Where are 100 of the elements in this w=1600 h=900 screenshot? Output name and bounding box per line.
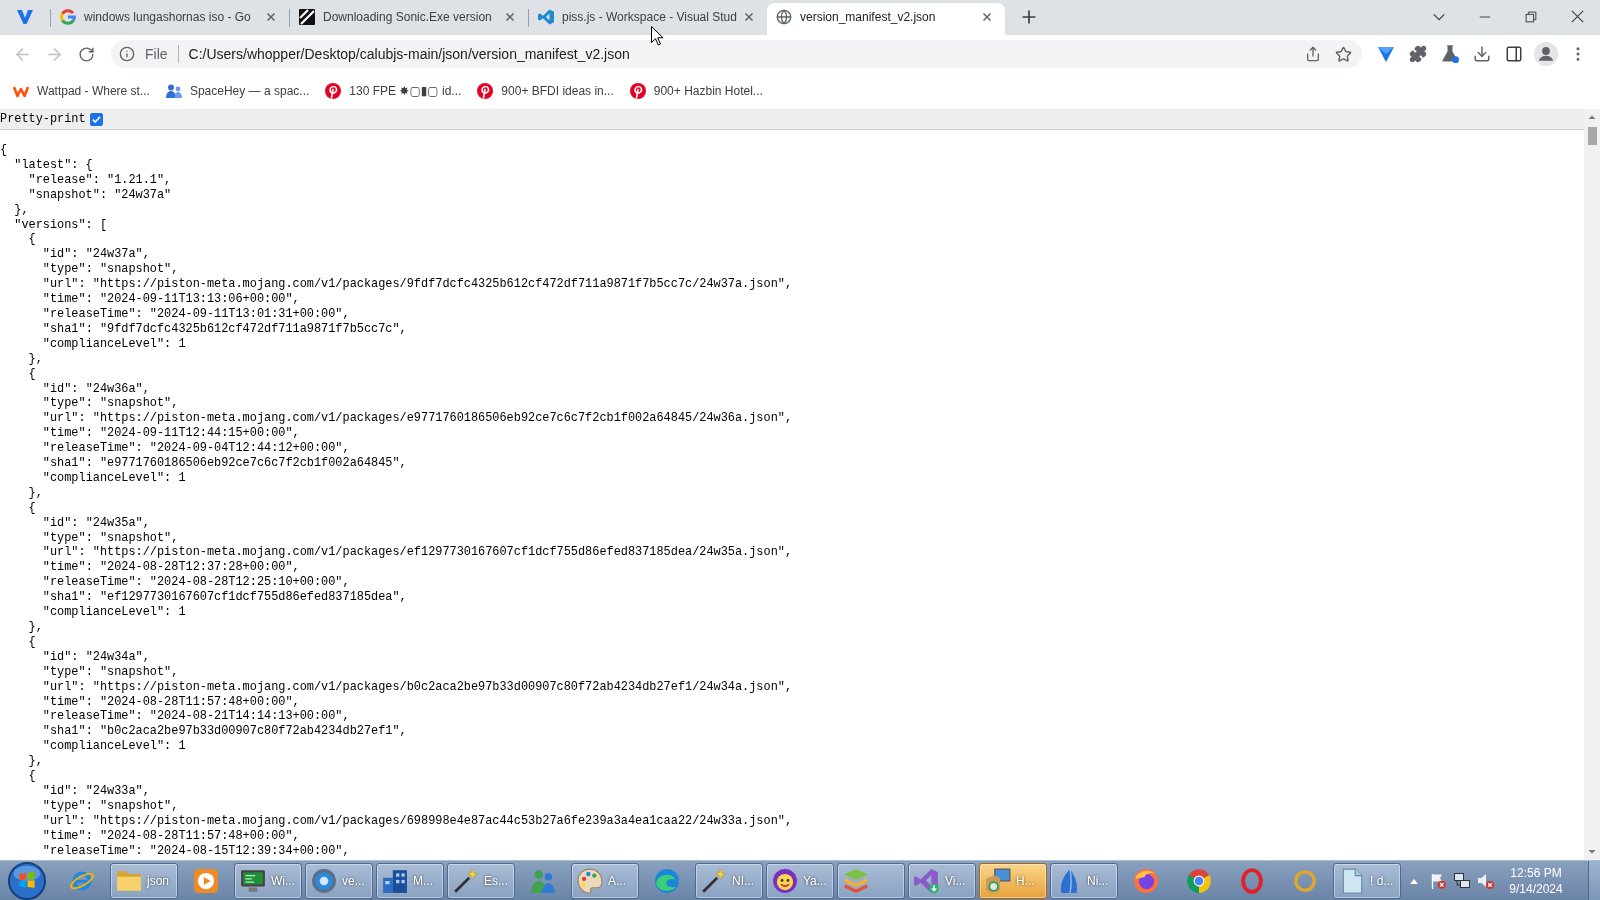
tab[interactable]: Downloading Sonic.Exe version — [290, 3, 528, 35]
json-line: { — [28, 366, 36, 382]
disc-icon — [311, 867, 337, 894]
json-line: "url": "https://piston-meta.mojang.com/v1/packages/b0c2aca2be97b33d00907c80f72ab4234db27ef1/24w34a.json", — [42, 679, 793, 695]
json-line: }, — [28, 620, 43, 635]
json-line: "url": "https://piston-meta.mojang.com/v1/packages/ef1297730167607cf1dcf755d86efed837185dea/24w35a.json", — [42, 545, 793, 561]
people-icon — [165, 83, 182, 99]
pin-logo-icon — [477, 83, 494, 99]
taskbar-button[interactable]: A... — [571, 862, 639, 899]
taskbar-button[interactable]: Ni... — [1050, 862, 1118, 899]
close-icon[interactable] — [1570, 10, 1584, 23]
taskbar-button[interactable]: json — [110, 862, 178, 899]
segmented-circle-icon[interactable] — [1186, 867, 1212, 894]
network-icon[interactable] — [1454, 872, 1470, 889]
info-icon[interactable] — [119, 46, 135, 62]
wand-icon — [453, 867, 479, 894]
json-line: "id": "24w37a", — [42, 247, 150, 263]
taskbar-button[interactable]: Ya... — [766, 862, 834, 899]
tab[interactable]: windows lungashornas iso - Go — [51, 3, 289, 35]
download-icon[interactable] — [1473, 45, 1491, 63]
json-line: "id": "24w34a", — [42, 649, 150, 665]
taskbar-button[interactable]: Es... — [447, 862, 515, 899]
json-line: { — [28, 769, 36, 784]
muted-speaker-icon[interactable] — [1478, 872, 1494, 889]
layers-icon — [843, 867, 869, 894]
globe-icon — [776, 9, 792, 25]
bookmark[interactable]: Wattpad - Where st... — [13, 80, 150, 102]
scheme-label: File — [145, 46, 168, 62]
tab[interactable]: piss.js - Workspace - Visual Stud — [529, 3, 767, 35]
bookmark[interactable]: 900+ BFDI ideas in... — [477, 80, 614, 102]
slash-logo-icon — [299, 9, 315, 25]
taskbar-button[interactable]: Vi... — [908, 862, 976, 899]
json-line: "type": "snapshot", — [42, 664, 179, 680]
taskbar-button[interactable]: M... — [376, 862, 444, 899]
json-line: "sha1": "e9771760186506eb92ce7c6c7f2cb1f002a64845", — [42, 456, 407, 471]
bookmark[interactable]: 900+ Hazbin Hotel... — [629, 80, 763, 102]
avatar-icon[interactable] — [1534, 42, 1558, 66]
building-icon — [382, 867, 408, 894]
json-line: "url": "https://piston-meta.mojang.com/v1/packages/e9771760186506eb92ce7c6c7f2cb1f002a64845/24w36a.json", — [42, 411, 793, 427]
json-line: "id": "24w36a", — [42, 381, 150, 397]
json-line: "time": "2024-08-28T11:57:48+00:00", — [42, 694, 300, 710]
json-line: "time": "2024-08-28T11:57:48+00:00", — [42, 828, 300, 844]
taskbar-button[interactable] — [837, 862, 905, 899]
json-line: "time": "2024-09-11T12:44:15+00:00", — [42, 426, 300, 442]
taskbar-button[interactable]: Wi... — [234, 862, 302, 899]
plus-icon[interactable] — [1021, 9, 1037, 25]
star-icon[interactable] — [1335, 45, 1352, 63]
taskbar-button[interactable]: ve... — [305, 862, 373, 899]
json-line: "versions": [ — [14, 217, 108, 233]
clock-time: 12:56 PM — [1510, 864, 1562, 881]
json-line: "latest": { — [14, 157, 93, 173]
flame-circle-icon[interactable] — [1133, 867, 1159, 894]
json-line: "release": "1.21.1", — [28, 172, 172, 188]
share-icon[interactable] — [1305, 46, 1321, 62]
json-line: "sha1": "ef1297730167607cf1dcf755d86efed837185dea", — [42, 590, 407, 606]
json-line: "sha1": "b0c2aca2be97b33d00907c80f72ab4234db27ef1", — [42, 724, 407, 740]
pin-logo-icon — [629, 83, 646, 99]
scrollbar-thumb[interactable] — [1587, 127, 1597, 145]
triangle-icon[interactable] — [1377, 45, 1395, 63]
restore-icon[interactable] — [1525, 10, 1537, 23]
json-line: "type": "snapshot", — [42, 530, 179, 546]
show-desktop-button[interactable] — [1588, 861, 1600, 900]
reload-icon[interactable] — [77, 45, 95, 63]
start-orb-icon[interactable] — [8, 861, 46, 900]
g-logo-icon — [60, 9, 76, 25]
json-line: "complianceLevel": 1 — [42, 470, 186, 486]
json-line: "releaseTime": "2024-09-04T12:44:12+00:00", — [42, 441, 350, 457]
flask-icon[interactable] — [1441, 45, 1459, 63]
puzzle-icon[interactable] — [1409, 45, 1427, 63]
json-line: "type": "snapshot", — [42, 396, 179, 412]
bookmark[interactable]: SpaceHey — a spac... — [165, 80, 310, 102]
scrollbar[interactable] — [1584, 109, 1600, 860]
json-line: "url": "https://piston-meta.mojang.com/v1/packages/698998e4e87ac44c53b27a6fe239a3a4ea1caa22/24w33a.json", — [42, 813, 793, 829]
clock-date: 9/14/2024 — [1509, 880, 1563, 897]
json-line: "url": "https://piston-meta.mojang.com/v1/packages/9fdf7dcfc4325b612cf472df711a9871f7b5cc7c/24w37a.json", — [42, 277, 793, 293]
json-line: "releaseTime": "2024-08-21T14:14:13+00:00", — [42, 709, 350, 725]
pretty-print-checkbox[interactable] — [89, 112, 103, 126]
tab[interactable]: version_manifest_v2.json — [767, 3, 1005, 35]
pin-logo-icon — [325, 83, 342, 99]
palette-icon — [577, 867, 603, 894]
url-text: C:/Users/whopper/Desktop/calubjs-main/json/version_manifest_v2.json — [188, 46, 630, 62]
json-line: "sha1": "9fdf7dcfc4325b612cf472df711a9871f7b5cc7c", — [42, 321, 407, 337]
play-icon[interactable] — [193, 867, 219, 894]
json-line: "id": "24w35a", — [42, 515, 150, 531]
json-line: "complianceLevel": 1 — [42, 605, 186, 620]
computer-box-icon — [985, 867, 1011, 894]
taskbar-button[interactable]: H... — [979, 862, 1047, 899]
side-panel-icon[interactable] — [1505, 45, 1523, 63]
wand-icon — [701, 867, 727, 894]
json-line: "type": "snapshot", — [42, 262, 179, 278]
bookmark[interactable]: 130 FPE ✸▢▮▢ id... — [325, 80, 462, 102]
json-line: { — [0, 143, 8, 158]
taskbar-button[interactable]: NI... — [695, 862, 763, 899]
json-line: "releaseTime": "2024-08-15T12:39:34+00:00", — [42, 843, 350, 859]
flag-icon[interactable] — [1430, 872, 1446, 889]
monitor-icon — [240, 867, 266, 894]
v-logo-icon[interactable] — [17, 9, 33, 25]
json-line: "releaseTime": "2024-08-28T12:25:10+00:00", — [42, 575, 350, 591]
taskbar-button[interactable]: ! d... — [1333, 862, 1401, 899]
address-bar[interactable]: File C:/Users/whopper/Desktop/calubjs-main/json/version_manifest_v2.json — [111, 40, 1362, 68]
